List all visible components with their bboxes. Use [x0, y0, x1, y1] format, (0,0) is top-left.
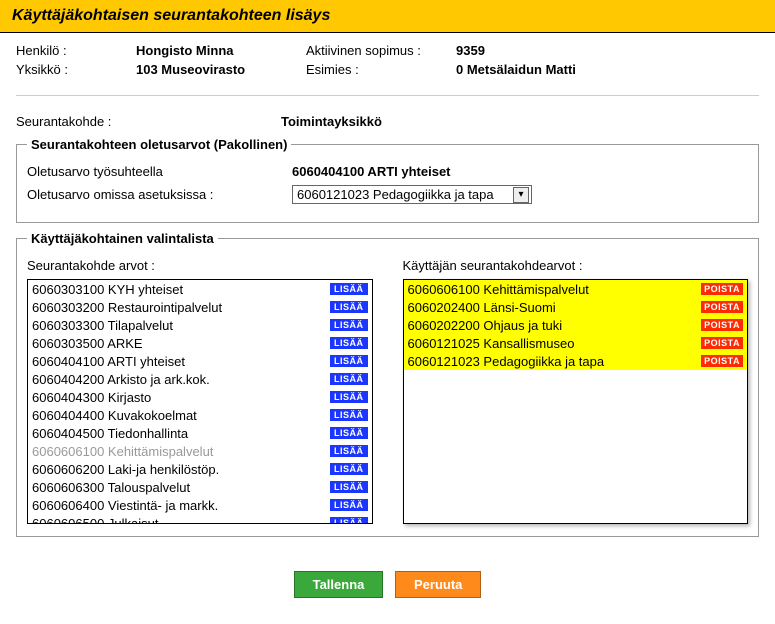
left-list-box[interactable]: 6060303100 KYH yhteisetLISÄÄ6060303200 R…: [27, 279, 373, 524]
add-button[interactable]: LISÄÄ: [330, 445, 368, 457]
contract-value: 9359: [456, 43, 656, 58]
remove-button[interactable]: POISTA: [701, 301, 743, 313]
list-item-label: 6060121025 Kansallismuseo: [408, 336, 575, 351]
list-item: 6060202200 Ohjaus ja tuki POISTA: [404, 316, 748, 334]
list-item-label: 6060303200 Restaurointipalvelut: [32, 300, 222, 315]
defaults-fieldset: Seurantakohteen oletusarvot (Pakollinen)…: [16, 137, 759, 223]
contract-label: Aktiivinen sopimus :: [306, 43, 456, 58]
divider: [16, 95, 759, 96]
left-list-title: Seurantakohde arvot :: [27, 258, 373, 273]
seurantakohde-value: Toimintayksikkö: [281, 114, 759, 129]
default-own-label: Oletusarvo omissa asetuksissa :: [27, 187, 292, 202]
list-item-label: 6060606300 Talouspalvelut: [32, 480, 190, 495]
add-button[interactable]: LISÄÄ: [330, 409, 368, 421]
list-item-label: 6060202400 Länsi-Suomi: [408, 300, 556, 315]
list-item-label: 6060303100 KYH yhteiset: [32, 282, 183, 297]
save-button[interactable]: Tallenna: [294, 571, 384, 598]
list-item: 6060121025 Kansallismuseo POISTA: [404, 334, 748, 352]
list-item-label: 6060404400 Kuvakokoelmat: [32, 408, 197, 423]
remove-button[interactable]: POISTA: [701, 355, 743, 367]
remove-button[interactable]: POISTA: [701, 337, 743, 349]
list-item: 6060606100 Kehittämispalvelut LISÄÄ: [28, 442, 372, 460]
manager-value: 0 Metsälaidun Matti: [456, 62, 656, 77]
right-list-box: 6060606100 KehittämispalvelutPOISTA60602…: [403, 279, 749, 524]
list-item: 6060404500 Tiedonhallinta LISÄÄ: [28, 424, 372, 442]
remove-button[interactable]: POISTA: [701, 283, 743, 295]
right-list-title: Käyttäjän seurantakohdearvot :: [403, 258, 749, 273]
add-button[interactable]: LISÄÄ: [330, 283, 368, 295]
list-item: 6060121023 Pedagogiikka ja tapa POISTA: [404, 352, 748, 370]
remove-button[interactable]: POISTA: [701, 319, 743, 331]
chevron-down-icon: ▾: [513, 187, 529, 203]
list-item: 6060606400 Viestintä- ja markk. LISÄÄ: [28, 496, 372, 514]
list-item-label: 6060606200 Laki-ja henkilöstöp.: [32, 462, 219, 477]
unit-label: Yksikkö :: [16, 62, 136, 77]
person-value: Hongisto Minna: [136, 43, 306, 58]
add-button[interactable]: LISÄÄ: [330, 499, 368, 511]
default-emp-label: Oletusarvo työsuhteella: [27, 164, 292, 179]
list-item-label: 6060606100 Kehittämispalvelut: [408, 282, 589, 297]
default-emp-value: 6060404100 ARTI yhteiset: [292, 164, 748, 179]
add-button[interactable]: LISÄÄ: [330, 391, 368, 403]
list-item: 6060303500 ARKE LISÄÄ: [28, 334, 372, 352]
list-item-label: 6060404300 Kirjasto: [32, 390, 151, 405]
lists-fieldset: Käyttäjäkohtainen valintalista Seurantak…: [16, 231, 759, 537]
list-item: 6060202400 Länsi-Suomi POISTA: [404, 298, 748, 316]
person-label: Henkilö :: [16, 43, 136, 58]
footer: Tallenna Peruuta: [0, 555, 775, 608]
list-item: 6060606200 Laki-ja henkilöstöp. LISÄÄ: [28, 460, 372, 478]
list-item-label: 6060121023 Pedagogiikka ja tapa: [408, 354, 605, 369]
select-selected-text: 6060121023 Pedagogiikka ja tapa: [297, 187, 494, 202]
cancel-button[interactable]: Peruuta: [395, 571, 481, 598]
list-item-label: 6060606500 Julkaisut: [32, 516, 159, 525]
list-item-label: 6060303500 ARKE: [32, 336, 143, 351]
list-item: 6060404400 Kuvakokoelmat LISÄÄ: [28, 406, 372, 424]
list-item-label: 6060404200 Arkisto ja ark.kok.: [32, 372, 210, 387]
manager-label: Esimies :: [306, 62, 456, 77]
add-button[interactable]: LISÄÄ: [330, 517, 368, 524]
default-own-select[interactable]: 6060121023 Pedagogiikka ja tapa ▾: [292, 185, 532, 204]
list-item: 6060606300 Talouspalvelut LISÄÄ: [28, 478, 372, 496]
add-button[interactable]: LISÄÄ: [330, 301, 368, 313]
add-button[interactable]: LISÄÄ: [330, 337, 368, 349]
list-item-label: 6060404500 Tiedonhallinta: [32, 426, 188, 441]
add-button[interactable]: LISÄÄ: [330, 463, 368, 475]
list-item: 6060606100 Kehittämispalvelut POISTA: [404, 280, 748, 298]
list-item: 6060404300 Kirjasto LISÄÄ: [28, 388, 372, 406]
list-item-label: 6060404100 ARTI yhteiset: [32, 354, 185, 369]
add-button[interactable]: LISÄÄ: [330, 373, 368, 385]
unit-value: 103 Museovirasto: [136, 62, 306, 77]
list-item: 6060303100 KYH yhteiset LISÄÄ: [28, 280, 372, 298]
add-button[interactable]: LISÄÄ: [330, 427, 368, 439]
info-grid: Henkilö : Hongisto Minna Aktiivinen sopi…: [16, 43, 759, 77]
list-item-label: 6060303300 Tilapalvelut: [32, 318, 173, 333]
page-title: Käyttäjäkohtaisen seurantakohteen lisäys: [0, 0, 775, 33]
list-item-label: 6060606100 Kehittämispalvelut: [32, 444, 213, 459]
add-button[interactable]: LISÄÄ: [330, 319, 368, 331]
add-button[interactable]: LISÄÄ: [330, 355, 368, 367]
list-item-label: 6060606400 Viestintä- ja markk.: [32, 498, 218, 513]
list-item: 6060404200 Arkisto ja ark.kok. LISÄÄ: [28, 370, 372, 388]
defaults-legend: Seurantakohteen oletusarvot (Pakollinen): [27, 137, 291, 152]
list-item: 6060303200 Restaurointipalvelut LISÄÄ: [28, 298, 372, 316]
list-item: 6060606500 Julkaisut LISÄÄ: [28, 514, 372, 524]
add-button[interactable]: LISÄÄ: [330, 481, 368, 493]
list-item-label: 6060202200 Ohjaus ja tuki: [408, 318, 563, 333]
lists-legend: Käyttäjäkohtainen valintalista: [27, 231, 218, 246]
list-item: 6060303300 Tilapalvelut LISÄÄ: [28, 316, 372, 334]
list-item: 6060404100 ARTI yhteiset LISÄÄ: [28, 352, 372, 370]
seurantakohde-label: Seurantakohde :: [16, 114, 281, 129]
